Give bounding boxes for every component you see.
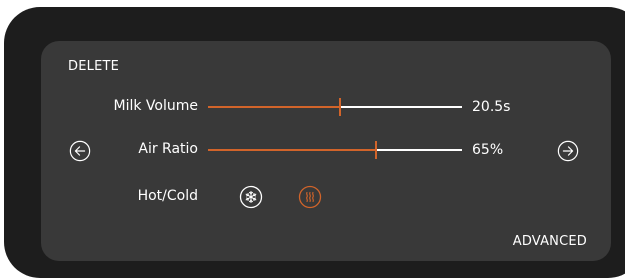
air-ratio-value: 65%	[472, 142, 504, 158]
arrow-right-circle-icon[interactable]	[557, 140, 579, 162]
advanced-button[interactable]: ADVANCED	[513, 234, 587, 250]
delete-button[interactable]: DELETE	[68, 59, 119, 75]
milk-volume-slider[interactable]	[208, 98, 462, 116]
milk-volume-value: 20.5s	[472, 99, 511, 115]
air-ratio-thumb[interactable]	[374, 141, 377, 159]
hot-cold-label: Hot/Cold	[137, 188, 198, 204]
air-ratio-slider[interactable]	[208, 141, 462, 159]
milk-volume-label: Milk Volume	[113, 98, 199, 114]
steam-heat-icon[interactable]	[298, 185, 322, 209]
snowflake-icon[interactable]	[239, 185, 263, 209]
air-ratio-fill	[208, 149, 376, 151]
milk-volume-fill	[208, 106, 341, 108]
milk-settings-panel: DELETE Milk Volume 20.5s Air Ratio 65% H…	[41, 41, 611, 261]
milk-volume-thumb[interactable]	[339, 98, 342, 116]
device-frame: DELETE Milk Volume 20.5s Air Ratio 65% H…	[4, 7, 625, 278]
air-ratio-label: Air Ratio	[138, 141, 198, 157]
